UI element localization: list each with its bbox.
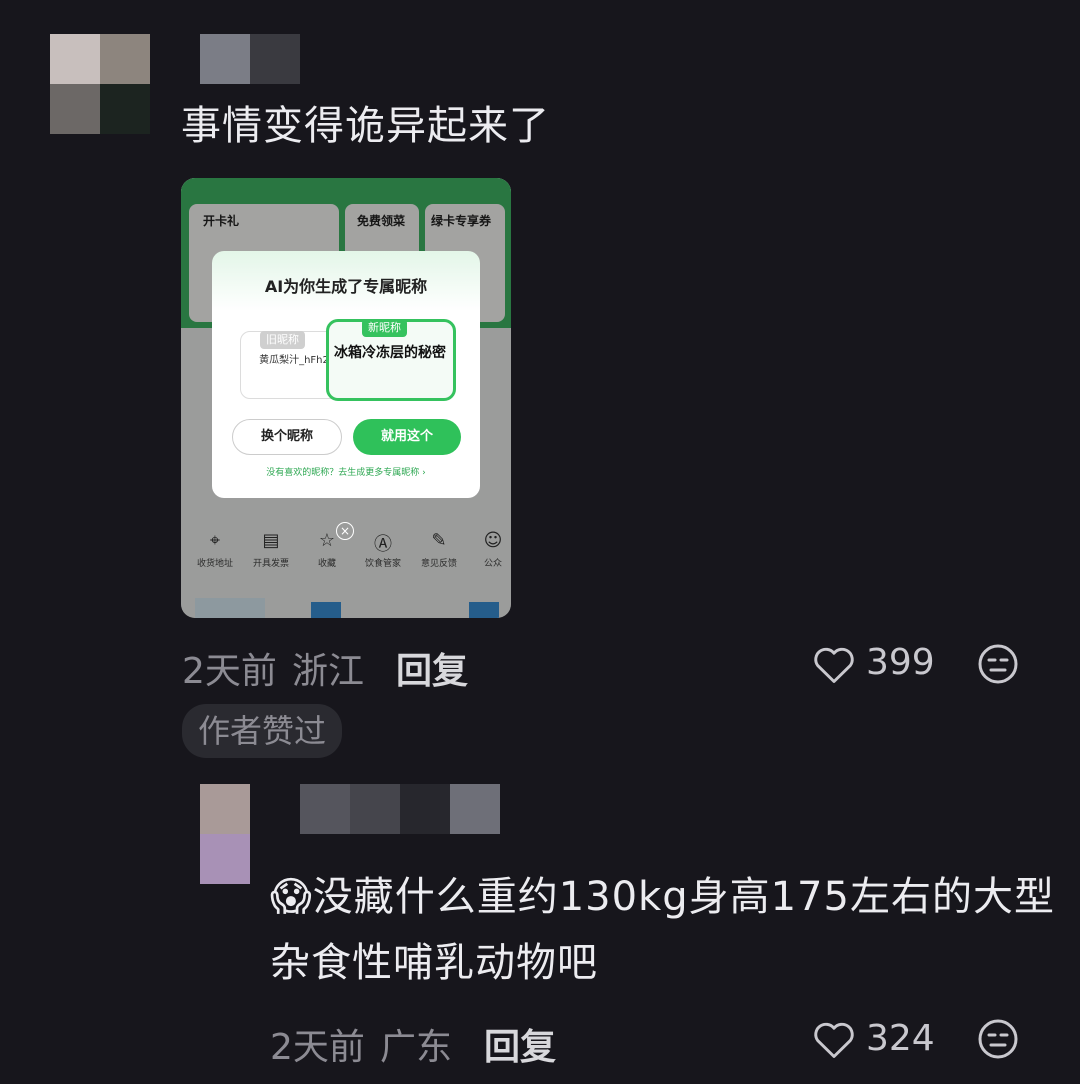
- comment1-username[interactable]: [200, 34, 300, 84]
- heart-icon: [814, 647, 854, 683]
- comment2-dislike-button[interactable]: [977, 1018, 1019, 1060]
- comment1-text: 事情变得诡异起来了: [181, 103, 550, 149]
- comment2-time: 2天前: [270, 1027, 365, 1068]
- comment1-image[interactable]: 开卡礼 免费领菜 绿卡专享券 ⌖ 收货地址 ▤ 开具发票 ☆ 收藏 Ⓐ 饮食管家…: [181, 178, 511, 618]
- comment1-time: 2天前: [182, 651, 277, 692]
- old-nickname-tag: 旧昵称: [260, 331, 305, 349]
- scream-emoji-icon: 😱: [270, 874, 313, 920]
- old-nickname: 黄瓜梨汁_hFh2: [259, 355, 329, 366]
- new-nickname: 冰箱冷冻层的秘密: [334, 345, 446, 361]
- nickname-dialog: AI为你生成了专属昵称 旧昵称 黄瓜梨汁_hFh2 新昵称 冰箱冷冻层的秘密 换…: [212, 251, 480, 498]
- use-nickname-button: 就用这个: [353, 419, 461, 455]
- comment2-username[interactable]: [300, 784, 500, 834]
- comment1-location: 浙江: [292, 651, 365, 692]
- comment1-reply-button[interactable]: 回复: [396, 642, 468, 694]
- generate-more-link: 没有喜欢的昵称？去生成更多专属昵称 ›: [266, 468, 426, 478]
- meh-face-icon: [978, 1019, 1018, 1059]
- heart-icon: [814, 1022, 854, 1058]
- comment2-like-count: 324: [866, 1018, 935, 1059]
- comment2-text: 😱没藏什么重约130kg身高175左右的大型杂食性哺乳动物吧: [270, 864, 1060, 996]
- comment2-like-button[interactable]: [812, 1019, 856, 1061]
- comment2-reply-button[interactable]: 回复: [484, 1018, 556, 1070]
- comment2-location: 广东: [380, 1027, 453, 1068]
- dialog-close-icon: ×: [336, 522, 354, 540]
- new-nickname-tag: 新昵称: [362, 319, 407, 337]
- comment2-text-body: 没藏什么重约130kg身高175左右的大型杂食性哺乳动物吧: [270, 874, 1055, 986]
- comment1-dislike-button[interactable]: [977, 643, 1019, 685]
- comment2-avatar[interactable]: [200, 784, 250, 884]
- comment1-like-count: 399: [866, 642, 935, 683]
- comment1-like-button[interactable]: [812, 644, 856, 686]
- dialog-title: AI为你生成了专属昵称: [264, 277, 428, 296]
- meh-face-icon: [978, 644, 1018, 684]
- change-nickname-button: 换个昵称: [232, 419, 342, 455]
- comment1-avatar[interactable]: [50, 34, 150, 134]
- author-liked-badge: 作者赞过: [182, 704, 343, 758]
